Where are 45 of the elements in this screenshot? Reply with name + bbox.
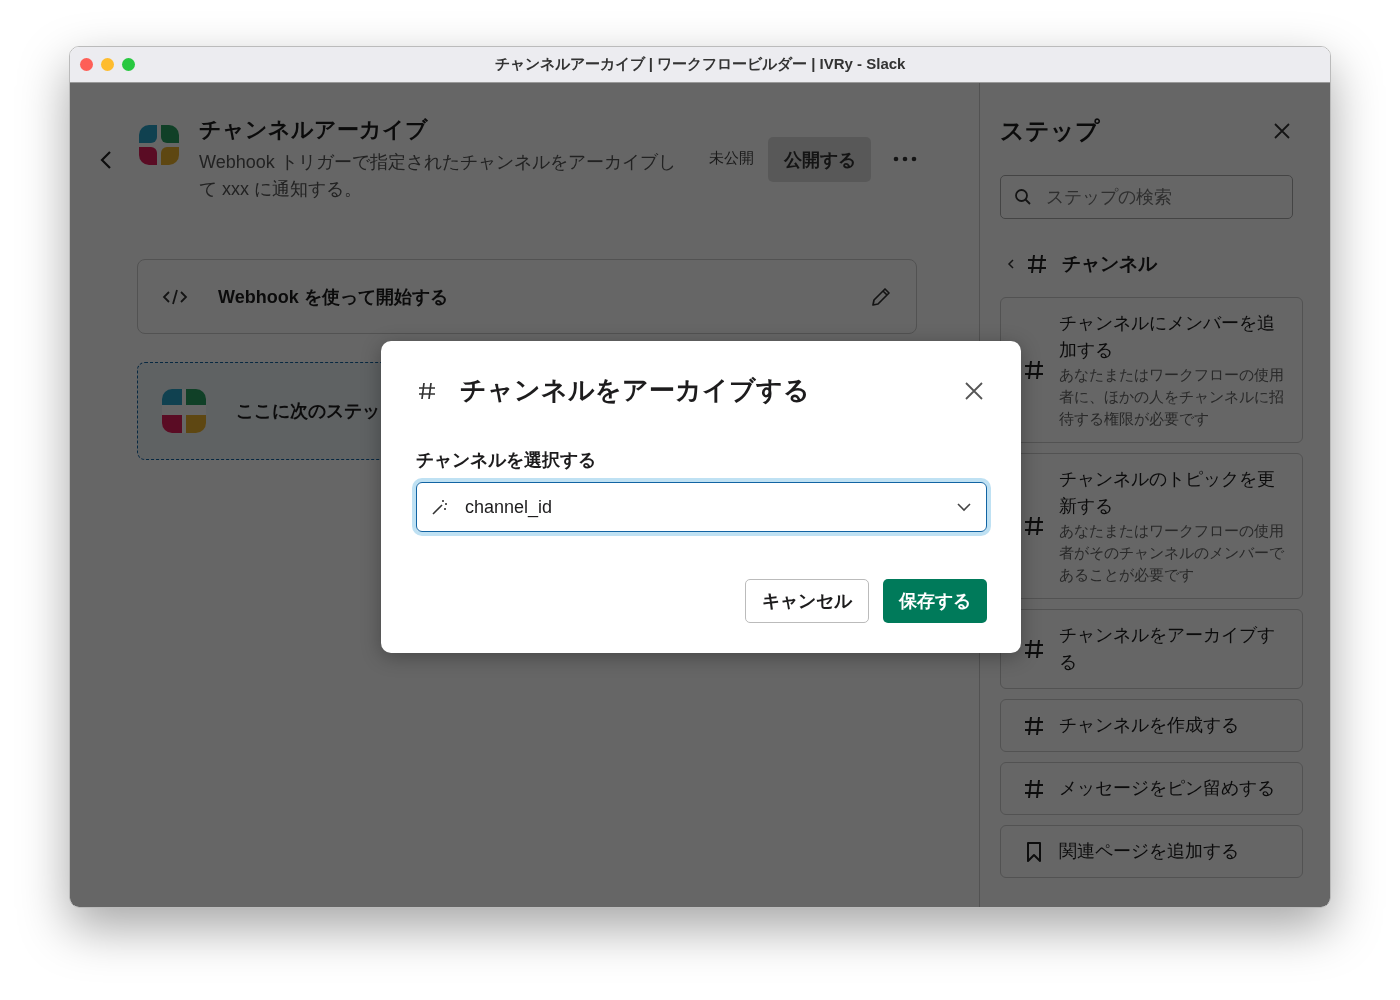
step-item[interactable]: メッセージをピン留めする bbox=[1000, 762, 1303, 815]
zoom-window-button[interactable] bbox=[122, 58, 135, 71]
workflow-title: チャンネルアーカイブ bbox=[199, 116, 429, 144]
close-window-button[interactable] bbox=[80, 58, 93, 71]
hash-icon bbox=[1023, 714, 1045, 737]
cancel-button[interactable]: キャンセル bbox=[745, 579, 869, 623]
caret-icon bbox=[956, 502, 972, 512]
step-description: あなたまたはワークフローの使用者に、ほかの人をチャンネルに招待する権限が必要です bbox=[1059, 366, 1285, 429]
hash-icon bbox=[1023, 359, 1045, 381]
workflow-mascot-icon bbox=[162, 389, 206, 433]
publish-status: 未公開 bbox=[709, 149, 754, 168]
step-item[interactable]: チャンネルを作成する bbox=[1000, 699, 1303, 752]
workflow-logo-icon bbox=[137, 123, 181, 167]
field-label: チャンネルを選択する bbox=[416, 449, 597, 472]
window-title: チャンネルアーカイブ | ワークフロービルダー | IVRy - Slack bbox=[494, 55, 906, 74]
hash-icon bbox=[1023, 638, 1045, 660]
save-button[interactable]: 保存する bbox=[883, 579, 987, 623]
select-value: channel_id bbox=[465, 496, 554, 518]
hash-icon bbox=[1026, 253, 1048, 275]
hash-icon bbox=[1023, 777, 1045, 800]
pencil-icon[interactable] bbox=[870, 285, 892, 308]
step-title: チャンネルを作成する bbox=[1059, 714, 1239, 737]
next-step-label: ここに次のステッ bbox=[236, 400, 380, 423]
dialog-title: チャンネルをアーカイブする bbox=[460, 374, 811, 407]
step-title: チャンネルのトピックを更新する bbox=[1059, 468, 1276, 518]
more-icon[interactable] bbox=[893, 156, 917, 162]
magic-wand-icon bbox=[431, 498, 449, 516]
search-icon bbox=[1014, 188, 1032, 206]
trigger-label: Webhook を使って開始する bbox=[218, 285, 449, 309]
step-title: 関連ページを追加する bbox=[1059, 840, 1239, 863]
trigger-card[interactable]: Webhook を使って開始する bbox=[137, 259, 917, 334]
workflow-description: Webhook トリガーで指定されたチャンネルをアーカイブして xxx に通知する。 bbox=[199, 151, 677, 201]
close-icon[interactable] bbox=[1273, 122, 1291, 140]
steps-panel-title: ステップ bbox=[1000, 116, 1100, 146]
step-item[interactable]: 関連ページを追加する bbox=[1000, 825, 1303, 878]
step-title: メッセージをピン留めする bbox=[1059, 777, 1275, 800]
back-chevron-icon[interactable] bbox=[1006, 258, 1016, 270]
hash-icon bbox=[1023, 515, 1045, 537]
publish-button[interactable]: 公開する bbox=[768, 137, 871, 182]
step-title: チャンネルにメンバーを追加する bbox=[1059, 312, 1276, 362]
step-description: あなたまたはワークフローの使用者がそのチャンネルのメンバーであることが必要です bbox=[1059, 522, 1285, 585]
close-icon[interactable] bbox=[964, 380, 984, 401]
back-chevron-icon[interactable] bbox=[99, 149, 113, 171]
category-title: チャンネル bbox=[1062, 252, 1157, 276]
step-title: チャンネルをアーカイブする bbox=[1059, 624, 1276, 674]
